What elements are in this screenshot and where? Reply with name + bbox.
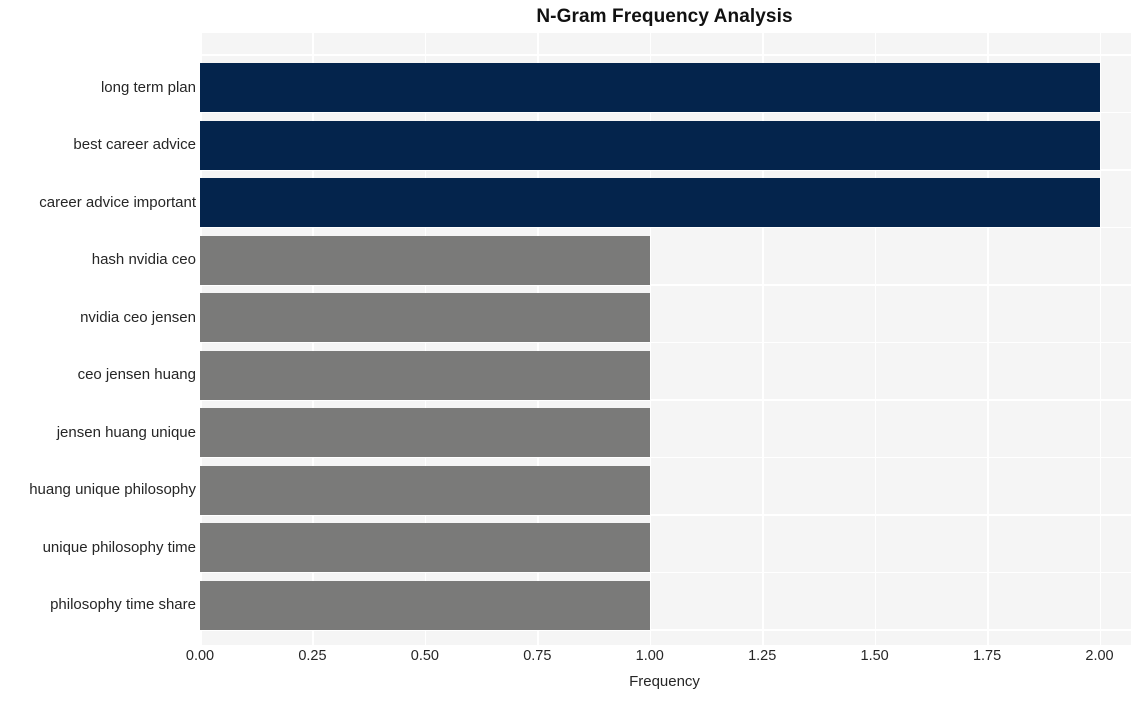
x-axis-tick-labels: 0.00 0.25 0.50 0.75 1.00 1.25 1.50 1.75 2.00 xyxy=(186,648,1131,672)
x-axis-tick-label: 1.00 xyxy=(635,648,664,664)
y-axis-tick-label: career advice important xyxy=(39,193,196,211)
x-axis-tick-label: 0.75 xyxy=(523,648,552,664)
x-axis-tick-label: 0.50 xyxy=(410,648,439,664)
y-axis-tick-label: ceo jensen huang xyxy=(77,366,196,383)
bar[interactable] xyxy=(200,408,650,457)
y-axis-tick-label: huang unique philosophy xyxy=(29,481,196,498)
x-axis-tick-label: 1.50 xyxy=(860,648,889,664)
bar[interactable] xyxy=(200,63,1100,112)
bar[interactable] xyxy=(200,580,650,630)
bar[interactable] xyxy=(200,293,650,342)
bar[interactable] xyxy=(200,350,650,400)
x-axis-tick-label: 0.00 xyxy=(185,648,215,664)
bar[interactable] xyxy=(200,235,650,285)
x-axis-tick-label: 1.25 xyxy=(748,648,777,664)
x-axis-tick-label: 0.25 xyxy=(298,648,327,664)
y-axis-tick-label: unique philosophy time xyxy=(42,538,196,556)
chart-figure: N-Gram Frequency Analysis long term plan… xyxy=(0,0,1139,701)
x-axis-tick-label: 2.00 xyxy=(1085,648,1114,664)
gridline-horizontal xyxy=(200,54,1131,56)
bar[interactable] xyxy=(200,120,1100,170)
x-axis-label: Frequency xyxy=(629,673,700,690)
y-axis-tick-label: hash nvidia ceo xyxy=(91,251,196,268)
plot-area xyxy=(200,33,1131,645)
bar[interactable] xyxy=(200,178,1100,227)
y-axis-tick-label: long term plan xyxy=(100,78,196,96)
y-axis-tick-label: philosophy time share xyxy=(50,596,196,613)
y-axis-tick-label: jensen huang unique xyxy=(56,423,196,441)
bar[interactable] xyxy=(200,465,650,515)
gridline-vertical xyxy=(1099,33,1102,645)
y-axis-tick-labels: long term plan best career advice career a… xyxy=(0,33,196,645)
x-axis-tick-label: 1.75 xyxy=(972,648,1002,664)
chart-title: N-Gram Frequency Analysis xyxy=(536,6,793,27)
y-axis-tick-label: nvidia ceo jensen xyxy=(80,308,196,326)
y-axis-tick-label: best career advice xyxy=(73,136,196,153)
bar[interactable] xyxy=(200,523,650,572)
